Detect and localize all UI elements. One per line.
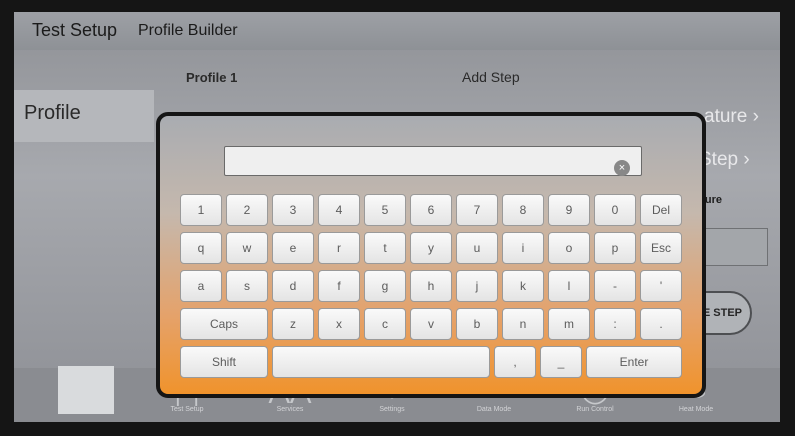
key-underscore[interactable]: _: [540, 346, 582, 378]
profile-panel[interactable]: Profile: [14, 90, 154, 142]
key-3[interactable]: 3: [272, 194, 314, 226]
key-esc[interactable]: Esc: [640, 232, 682, 264]
key-w[interactable]: w: [226, 232, 268, 264]
key-q[interactable]: q: [180, 232, 222, 264]
key-v[interactable]: v: [410, 308, 452, 340]
key-enter[interactable]: Enter: [586, 346, 682, 378]
section-title: Profile Builder: [138, 22, 238, 39]
key-l[interactable]: l: [548, 270, 590, 302]
key-4[interactable]: 4: [318, 194, 360, 226]
temperature-menu-item[interactable]: ature ›: [704, 106, 759, 128]
key-comma[interactable]: ,: [494, 346, 536, 378]
key-n[interactable]: n: [502, 308, 544, 340]
app-title: Test Setup: [32, 20, 118, 40]
key-c[interactable]: c: [364, 308, 406, 340]
virtual-keyboard: × 1 2 3 4 5 6 7 8 9 0 Del q w e r t y u …: [156, 112, 706, 398]
key-1[interactable]: 1: [180, 194, 222, 226]
key-period[interactable]: .: [640, 308, 682, 340]
keyboard-input[interactable]: [224, 146, 642, 176]
key-e[interactable]: e: [272, 232, 314, 264]
key-caps[interactable]: Caps: [180, 308, 268, 340]
step-menu-item[interactable]: Step ›: [699, 149, 750, 171]
chevron-right-icon: ›: [743, 149, 750, 170]
key-p[interactable]: p: [594, 232, 636, 264]
key-hyphen[interactable]: -: [594, 270, 636, 302]
key-u[interactable]: u: [456, 232, 498, 264]
key-m[interactable]: m: [548, 308, 590, 340]
key-y[interactable]: y: [410, 232, 452, 264]
key-r[interactable]: r: [318, 232, 360, 264]
top-bar: Test Setup Profile Builder: [14, 12, 780, 50]
chevron-right-icon: ›: [752, 106, 759, 127]
key-7[interactable]: 7: [456, 194, 498, 226]
key-9[interactable]: 9: [548, 194, 590, 226]
key-s[interactable]: s: [226, 270, 268, 302]
temperature-label: ature: [704, 106, 748, 127]
key-h[interactable]: h: [410, 270, 452, 302]
key-f[interactable]: f: [318, 270, 360, 302]
key-2[interactable]: 2: [226, 194, 268, 226]
key-b[interactable]: b: [456, 308, 498, 340]
key-k[interactable]: k: [502, 270, 544, 302]
clear-icon[interactable]: ×: [614, 160, 630, 176]
key-shift[interactable]: Shift: [180, 346, 268, 378]
key-colon[interactable]: :: [594, 308, 636, 340]
key-8[interactable]: 8: [502, 194, 544, 226]
key-0[interactable]: 0: [594, 194, 636, 226]
key-space[interactable]: [272, 346, 490, 378]
nav-home-highlight: [58, 366, 114, 414]
key-apostrophe[interactable]: ': [640, 270, 682, 302]
key-g[interactable]: g: [364, 270, 406, 302]
screen: Test Setup Profile Builder Profile Profi…: [14, 12, 780, 422]
key-i[interactable]: i: [502, 232, 544, 264]
key-z[interactable]: z: [272, 308, 314, 340]
add-step-label[interactable]: Add Step: [462, 69, 520, 85]
profile-name[interactable]: Profile 1: [186, 70, 237, 85]
key-6[interactable]: 6: [410, 194, 452, 226]
key-a[interactable]: a: [180, 270, 222, 302]
key-d[interactable]: d: [272, 270, 314, 302]
key-o[interactable]: o: [548, 232, 590, 264]
key-t[interactable]: t: [364, 232, 406, 264]
profile-label: Profile: [24, 102, 81, 124]
key-x[interactable]: x: [318, 308, 360, 340]
key-5[interactable]: 5: [364, 194, 406, 226]
key-j[interactable]: j: [456, 270, 498, 302]
key-del[interactable]: Del: [640, 194, 682, 226]
